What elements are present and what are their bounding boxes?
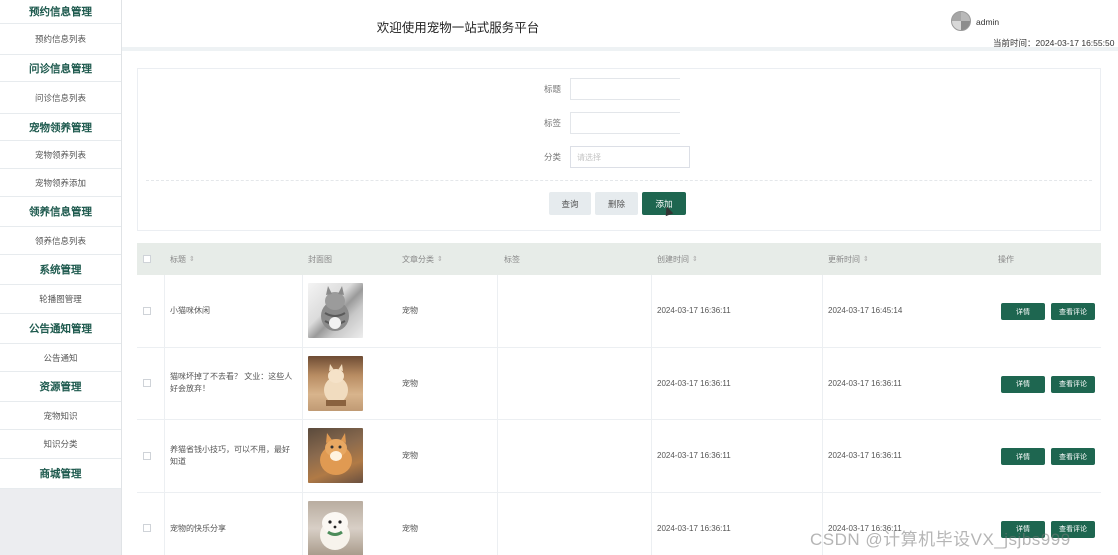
dog-white-image (308, 500, 363, 555)
avatar[interactable] (951, 11, 971, 31)
current-time: 当前时间：2024-03-17 16:55:50 (993, 38, 1115, 48)
sidebar-item-knowledge-category[interactable]: 知识分类 (0, 430, 121, 459)
top-header: 欢迎使用宠物一站式服务平台 admin 当前时间：2024-03-17 16:5… (122, 0, 1118, 51)
view-comments-button[interactable]: 查看评论 (1051, 448, 1095, 465)
sidebar-section-adoption-info[interactable]: 领养信息管理 (0, 197, 121, 227)
checkbox-box[interactable] (143, 306, 151, 315)
sidebar-item-adoption-add[interactable]: 宠物领养添加 (0, 169, 121, 197)
sidebar-section-system[interactable]: 系统管理 (0, 255, 121, 285)
category-label: 分类 (543, 152, 561, 162)
tag-field-row: 标签 (537, 112, 680, 134)
checkbox-box[interactable] (143, 451, 151, 460)
row-cover-image (308, 420, 363, 492)
category-field-row: 分类 请选择 (537, 146, 690, 168)
row-updated: 2024-03-17 16:36:11 (828, 378, 902, 388)
th-actions-label: 操作 (998, 254, 1014, 264)
delete-button[interactable]: 删除 (595, 192, 638, 215)
cat-orange-image (308, 428, 363, 484)
checkbox-box[interactable] (143, 255, 151, 263)
row-updated: 2024-03-17 16:45:14 (828, 306, 903, 316)
checkbox-box[interactable] (143, 379, 151, 388)
sidebar-section-notice[interactable]: 公告通知管理 (0, 314, 121, 344)
sidebar-section-consultation[interactable]: 问诊信息管理 (0, 55, 121, 82)
th-tag-label: 标签 (504, 254, 520, 264)
table-row: 猫咪坏掉了不去看？ 文业：这些人好会放弃！ 宠物 2024-03-17 16:3… (137, 347, 1101, 420)
sidebar-item-notice[interactable]: 公告通知 (0, 344, 121, 372)
row-cover-image (308, 348, 363, 420)
th-category-label: 文章分类 (402, 254, 434, 264)
th-cover-label: 封面图 (308, 254, 332, 264)
row-checkbox[interactable] (143, 420, 151, 492)
search-panel: 标题 标签 分类 请选择 查询 删除 添加 (137, 68, 1101, 231)
table-header: 标题 ⇕ 封面图 文章分类 ⇕ 标签 创建时间 ⇕ 更新时间 ⇕ 操作 (137, 243, 1101, 275)
detail-button[interactable]: 详情 (1001, 448, 1045, 465)
tag-input[interactable] (570, 112, 680, 134)
sidebar-section-adoption[interactable]: 宠物领养管理 (0, 114, 121, 141)
sort-icon[interactable]: ⇕ (863, 255, 869, 263)
sidebar-section-appointment[interactable]: 预约信息管理 (0, 0, 121, 24)
row-created: 2024-03-17 16:36:11 (657, 306, 731, 316)
th-created[interactable]: 创建时间 ⇕ (657, 243, 698, 275)
table-row: 养猫省钱小技巧，可以不用，最好知道 宠物 2024-03-17 16:36:11… (137, 420, 1101, 493)
th-category[interactable]: 文章分类 ⇕ (402, 243, 443, 275)
sidebar-item-consultation-list[interactable]: 问诊信息列表 (0, 82, 121, 114)
divider (146, 180, 1092, 181)
title-label: 标题 (543, 84, 561, 94)
watermark: CSDN @计算机毕设VX_jsjbs999 (810, 530, 1071, 549)
th-updated[interactable]: 更新时间 ⇕ (828, 243, 869, 275)
th-actions: 操作 (998, 243, 1014, 275)
view-comments-button[interactable]: 查看评论 (1051, 303, 1095, 320)
category-select[interactable]: 请选择 (570, 146, 690, 168)
tag-label: 标签 (543, 118, 561, 128)
th-updated-label: 更新时间 (828, 254, 860, 264)
sidebar: 预约信息管理 预约信息列表 问诊信息管理 问诊信息列表 宠物领养管理 宠物领养列… (0, 0, 122, 555)
checkbox-box[interactable] (143, 524, 151, 533)
username[interactable]: admin (976, 17, 999, 27)
th-tag: 标签 (504, 243, 520, 275)
article-table: 标题 ⇕ 封面图 文章分类 ⇕ 标签 创建时间 ⇕ 更新时间 ⇕ 操作 小猫咪休闲 宠物… (137, 243, 1101, 555)
sidebar-section-mall[interactable]: 商城管理 (0, 459, 121, 489)
row-cover-image (308, 275, 363, 347)
sort-icon[interactable]: ⇕ (189, 255, 195, 263)
th-created-label: 创建时间 (657, 254, 689, 264)
row-category: 宠物 (402, 451, 418, 461)
row-updated: 2024-03-17 16:36:11 (828, 451, 902, 461)
th-title[interactable]: 标题 ⇕ (170, 243, 195, 275)
row-cover-image (308, 493, 363, 555)
page-title: 欢迎使用宠物一站式服务平台 (376, 21, 540, 35)
sidebar-item-adoption-list[interactable]: 宠物领养列表 (0, 141, 121, 169)
sidebar-item-carousel[interactable]: 轮播图管理 (0, 285, 121, 314)
table-row: 小猫咪休闲 宠物 2024-03-17 16:36:11 2024-03-17 … (137, 275, 1101, 348)
row-created: 2024-03-17 16:36:11 (657, 451, 731, 461)
th-cover: 封面图 (308, 243, 332, 275)
cat-gray-image (308, 283, 363, 339)
detail-button[interactable]: 详情 (1001, 375, 1045, 393)
row-category: 宠物 (402, 523, 418, 533)
sidebar-item-pet-knowledge[interactable]: 宠物知识 (0, 402, 121, 430)
row-checkbox[interactable] (143, 275, 151, 347)
row-title: 养猫省钱小技巧，可以不用，最好知道 (170, 444, 290, 466)
sidebar-item-appointment-list[interactable]: 预约信息列表 (0, 24, 121, 55)
row-category: 宠物 (402, 378, 418, 388)
row-checkbox[interactable] (143, 348, 151, 420)
sidebar-item-adoption-info-list[interactable]: 领养信息列表 (0, 227, 121, 255)
cat-cream-image (308, 355, 363, 411)
query-button[interactable]: 查询 (549, 192, 591, 215)
sort-icon[interactable]: ⇕ (437, 255, 443, 263)
detail-button[interactable]: 详情 (1001, 303, 1045, 320)
sidebar-section-resource[interactable]: 资源管理 (0, 372, 121, 402)
title-input[interactable] (570, 78, 680, 100)
th-title-label: 标题 (170, 254, 186, 264)
row-category: 宠物 (402, 306, 418, 316)
row-title: 宠物的快乐分享 (170, 523, 226, 533)
view-comments-button[interactable]: 查看评论 (1051, 375, 1095, 393)
title-field-row: 标题 (537, 78, 680, 100)
row-created: 2024-03-17 16:36:11 (657, 378, 731, 388)
sort-icon[interactable]: ⇕ (692, 255, 698, 263)
select-all-checkbox[interactable] (143, 243, 151, 275)
row-title: 猫咪坏掉了不去看？ 文业：这些人好会放弃！ (170, 372, 293, 394)
row-checkbox[interactable] (143, 493, 151, 555)
row-created: 2024-03-17 16:36:11 (657, 523, 731, 533)
row-title: 小猫咪休闲 (170, 306, 210, 316)
